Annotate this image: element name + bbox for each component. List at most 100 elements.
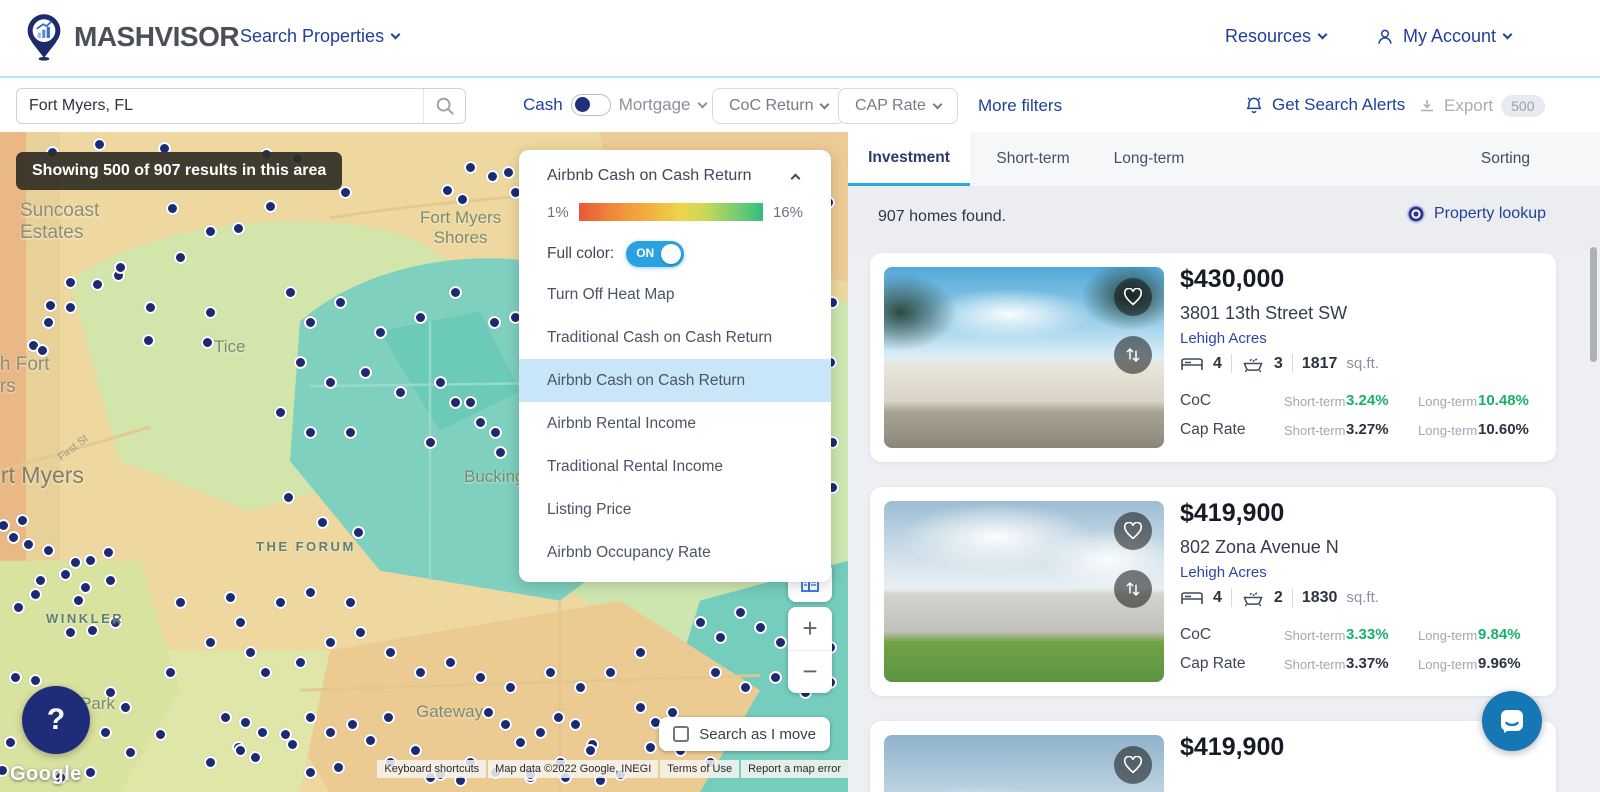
map-property-dot[interactable] [464,396,477,409]
map-property-dot[interactable] [488,316,501,329]
map-property-dot[interactable] [514,736,527,749]
map-property-dot[interactable] [274,406,287,419]
map-property-dot[interactable] [734,606,747,619]
map-property-dot[interactable] [352,526,365,539]
search-as-i-move-checkbox[interactable] [673,726,690,742]
nav-resources[interactable]: Resources [1225,26,1328,47]
heatmap-metric-item[interactable]: Airbnb Rental Income [519,402,831,445]
cash-mortgage-toggle[interactable] [570,94,611,116]
map-property-dot[interactable] [584,744,597,757]
property-photo[interactable] [884,267,1164,448]
map-property-dot[interactable] [239,716,252,729]
map-property-dot[interactable] [7,531,20,544]
map-property-dot[interactable] [304,426,317,439]
map-property-dot[interactable] [256,726,269,739]
map-property-dot[interactable] [154,728,167,741]
map-property-dot[interactable] [144,301,157,314]
map-property-dot[interactable] [494,446,507,459]
map-property-dot[interactable] [324,726,337,739]
map-property-dot[interactable] [93,138,106,151]
map-property-dot[interactable] [9,671,22,684]
map-property-dot[interactable] [714,631,727,644]
map-property-dot[interactable] [174,596,187,609]
map-property-dot[interactable] [409,744,422,757]
map-property-dot[interactable] [384,646,397,659]
map-property-dot[interactable] [339,186,352,199]
heatmap-metric-item[interactable]: Turn Off Heat Map [519,273,831,316]
map-property-dot[interactable] [346,718,359,731]
full-color-toggle[interactable]: ON [626,241,685,267]
map-property-dot[interactable] [489,426,502,439]
map-property-dot[interactable] [304,316,317,329]
map-attribution-link[interactable]: Report a map error [741,760,848,778]
map-property-dot[interactable] [444,656,457,669]
map-property-dot[interactable] [739,681,752,694]
map-property-dot[interactable] [232,222,245,235]
map-property-dot[interactable] [42,316,55,329]
sorting-button[interactable]: Sorting [1481,132,1530,186]
map-property-dot[interactable] [769,671,782,684]
map-property-dot[interactable] [166,202,179,215]
property-lookup-toggle[interactable]: Property lookup [1406,204,1546,224]
zoom-in-button[interactable]: + [788,607,832,651]
map-property-dot[interactable] [709,666,722,679]
map-property-dot[interactable] [44,299,57,312]
map-property-dot[interactable] [414,666,427,679]
map-property-dot[interactable] [119,701,132,714]
map-property-dot[interactable] [552,711,565,724]
property-neighborhood-link[interactable]: Lehigh Acres [1180,330,1267,347]
map-property-dot[interactable] [774,636,787,649]
map-property-dot[interactable] [482,706,495,719]
map-property-dot[interactable] [16,514,29,527]
map-property-dot[interactable] [174,251,187,264]
search-as-i-move-control[interactable]: Search as I move [659,717,830,751]
map-property-dot[interactable] [486,170,499,183]
map-property-dot[interactable] [279,728,292,741]
map-property-dot[interactable] [449,286,462,299]
property-photo[interactable] [884,735,1164,792]
map-property-dot[interactable] [344,426,357,439]
map-property-dot[interactable] [364,734,377,747]
map-property-dot[interactable] [91,278,104,291]
map-property-dot[interactable] [414,311,427,324]
zoom-out-button[interactable]: − [788,651,832,694]
map-property-dot[interactable] [359,366,372,379]
map-property-dot[interactable] [394,386,407,399]
favorite-button[interactable] [1114,746,1152,784]
map-property-dot[interactable] [124,746,137,759]
map-property-dot[interactable] [304,711,317,724]
map-attribution-link[interactable]: Keyboard shortcuts [377,760,487,778]
map-property-dot[interactable] [204,306,217,319]
heatmap-metric-item[interactable]: Airbnb Occupancy Rate [519,531,831,574]
map-property-dot[interactable] [354,626,367,639]
favorite-button[interactable] [1114,278,1152,316]
map-property-dot[interactable] [84,554,97,567]
map-property-dot[interactable] [84,766,97,779]
nav-search-properties[interactable]: Search Properties [240,26,401,47]
tab-short-term[interactable]: Short-term [975,132,1091,186]
map-property-dot[interactable] [294,356,307,369]
map-property-dot[interactable] [324,376,337,389]
map-property-dot[interactable] [219,711,232,724]
coc-return-filter[interactable]: CoC Return [712,88,846,124]
heatmap-metric-item[interactable]: Traditional Cash on Cash Return [519,316,831,359]
mashvisor-logo[interactable]: MASHVISOR [24,13,240,61]
map-property-dot[interactable] [204,225,217,238]
map-property-dot[interactable] [204,756,217,769]
property-card[interactable]: $430,000 3801 13th Street SW Lehigh Acre… [870,253,1556,462]
map-property-dot[interactable] [534,726,547,739]
map-property-dot[interactable] [22,538,35,551]
map-property-dot[interactable] [29,674,42,687]
scrollbar-thumb[interactable] [1590,247,1597,362]
more-filters-button[interactable]: More filters [978,96,1062,116]
map-property-dot[interactable] [374,326,387,339]
help-button[interactable]: ? [22,686,90,754]
property-neighborhood-link[interactable]: Lehigh Acres [1180,564,1267,581]
tab-long-term[interactable]: Long-term [1091,132,1207,186]
map-property-dot[interactable] [544,666,557,679]
property-card[interactable]: $419,900 802 Zona Avenue N Lehigh Acres … [870,487,1556,696]
map-property-dot[interactable] [294,656,307,669]
map-property-dot[interactable] [264,200,277,213]
map-property-dot[interactable] [201,336,214,349]
map-property-dot[interactable] [424,436,437,449]
